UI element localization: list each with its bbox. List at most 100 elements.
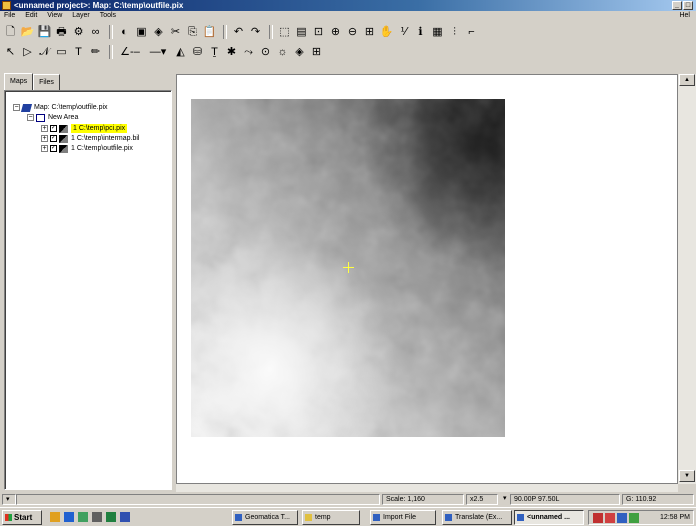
task-translate[interactable]: Translate (Ex...: [442, 510, 512, 525]
select-rect-icon[interactable]: ⬚: [277, 25, 292, 40]
binoculars-icon[interactable]: ∞: [88, 25, 103, 40]
tray-alert-icon[interactable]: [593, 513, 603, 523]
node-tool-icon[interactable]: ⊙: [258, 45, 273, 60]
toolbar-separator: [223, 25, 227, 39]
save-icon[interactable]: 💾: [37, 25, 52, 40]
fill-color-icon[interactable]: ◭: [173, 45, 188, 60]
tab-maps[interactable]: Maps: [4, 73, 34, 90]
open-folder-icon[interactable]: 📂: [20, 25, 35, 40]
layer-visible-checkbox[interactable]: ✓: [50, 135, 57, 142]
fill-pattern-icon[interactable]: ⛁: [190, 45, 205, 60]
histogram-icon[interactable]: ⫶: [447, 25, 462, 40]
expand-icon[interactable]: +: [41, 125, 48, 132]
vertical-scrollbar[interactable]: ▲ ▼: [678, 74, 696, 484]
tree-layer-node[interactable]: + ✓ 1 C:\temp\pci.pix: [41, 124, 128, 133]
pencil-icon[interactable]: ✏: [88, 45, 103, 60]
area-icon: [36, 113, 45, 122]
expand-icon[interactable]: +: [41, 145, 48, 152]
pan-icon[interactable]: ✋: [379, 25, 394, 40]
info-icon[interactable]: ℹ: [413, 25, 428, 40]
menu-file[interactable]: File: [4, 12, 15, 19]
brightness-icon[interactable]: ☼: [275, 45, 290, 60]
quicklaunch-tool-icon[interactable]: [92, 512, 102, 522]
menu-layer[interactable]: Layer: [72, 12, 90, 19]
scroll-up-icon[interactable]: ▲: [679, 74, 695, 86]
box-icon[interactable]: ▣: [134, 25, 149, 40]
layer-tool-icon[interactable]: ⚙: [71, 25, 86, 40]
paste-icon[interactable]: 📋: [202, 25, 217, 40]
symbol-icon[interactable]: ✱: [224, 45, 239, 60]
quicklaunch-desktop-icon[interactable]: [50, 512, 60, 522]
measure-icon[interactable]: ⅟: [396, 25, 411, 40]
main-toolbar: 🗋 📂 💾 🖶 ⚙ ∞ ◐ ▣ ◈ ✂ ⎘ 📋 ↶ ↷ ⬚ ▤ ⊡ ⊕ ⊖ ⊞ …: [0, 22, 696, 42]
zoom-out-icon[interactable]: ⊖: [345, 25, 360, 40]
quicklaunch-viewer-icon[interactable]: [106, 512, 116, 522]
tree-layer-node[interactable]: + ✓ 1 C:\temp\intermap.bil: [41, 134, 139, 143]
task-unnamed[interactable]: <unnamed ...: [514, 510, 584, 525]
undo-icon[interactable]: ↶: [231, 25, 246, 40]
collapse-icon[interactable]: −: [27, 114, 34, 121]
quicklaunch-browser-icon[interactable]: [64, 512, 74, 522]
quicklaunch-app-icon[interactable]: [78, 512, 88, 522]
minimize-button[interactable]: _: [672, 1, 682, 10]
start-button[interactable]: Start: [2, 510, 42, 525]
menu-tools[interactable]: Tools: [100, 12, 116, 19]
text-color-icon[interactable]: Ṯ: [207, 45, 222, 60]
table-icon[interactable]: ▦: [430, 25, 445, 40]
grid-icon[interactable]: ⊞: [309, 45, 324, 60]
task-import-file[interactable]: Import File: [370, 510, 436, 525]
zoom-window-icon[interactable]: ⊡: [311, 25, 326, 40]
zoom-fit-icon[interactable]: ⊞: [362, 25, 377, 40]
horizontal-scrollbar[interactable]: [176, 484, 678, 492]
redo-icon[interactable]: ↷: [248, 25, 263, 40]
vector-edit-icon[interactable]: ⤳: [241, 45, 256, 60]
expand-icon[interactable]: +: [41, 135, 48, 142]
scroll-down-icon[interactable]: ▼: [679, 470, 695, 482]
print-icon[interactable]: 🖶: [54, 25, 69, 40]
tray-network-icon[interactable]: [617, 513, 627, 523]
toolbar-separator: [109, 25, 113, 39]
task-temp[interactable]: temp: [302, 510, 360, 525]
copy-icon[interactable]: ⎘: [185, 25, 200, 40]
task-app-icon: [235, 514, 242, 521]
maximize-button[interactable]: □: [683, 1, 693, 10]
text-icon[interactable]: T: [71, 45, 86, 60]
tray-app-icon[interactable]: [605, 513, 615, 523]
select-node-icon[interactable]: ▷: [20, 45, 35, 60]
layer-visible-checkbox[interactable]: ✓: [50, 145, 57, 152]
tab-files[interactable]: Files: [33, 74, 60, 90]
panel-icon[interactable]: ⌐: [464, 25, 479, 40]
line-style-icon[interactable]: ∠-–: [117, 45, 143, 60]
new-file-icon[interactable]: 🗋: [3, 25, 18, 40]
line-weight-icon[interactable]: —▾: [145, 45, 171, 60]
cut-icon[interactable]: ✂: [168, 25, 183, 40]
tree-layer-node[interactable]: + ✓ 1 C:\temp\outfile.pix: [41, 144, 133, 153]
layer-label[interactable]: 1 C:\temp\pci.pix: [71, 124, 128, 133]
image-window-icon[interactable]: ▤: [294, 25, 309, 40]
menu-edit[interactable]: Edit: [25, 12, 37, 19]
polyline-icon[interactable]: 𝒩: [37, 45, 52, 60]
zoom-in-icon[interactable]: ⊕: [328, 25, 343, 40]
rectangle-icon[interactable]: ▭: [54, 45, 69, 60]
layer-visible-checkbox[interactable]: ✓: [50, 125, 57, 132]
layer-label[interactable]: 1 C:\temp\intermap.bil: [71, 134, 139, 143]
tree-map-node[interactable]: − Map: C:\temp\outfile.pix: [13, 103, 108, 112]
menu-view[interactable]: View: [47, 12, 62, 19]
tree-area-node[interactable]: − New Area: [27, 113, 78, 122]
pointer-icon[interactable]: ↖: [3, 45, 18, 60]
layers-toggle-icon[interactable]: ◈: [292, 45, 307, 60]
layer-label[interactable]: 1 C:\temp\outfile.pix: [71, 144, 133, 153]
map-label[interactable]: Map: C:\temp\outfile.pix: [34, 103, 108, 112]
task-geomatica[interactable]: Geomatica T...: [232, 510, 298, 525]
layers-icon[interactable]: ◈: [151, 25, 166, 40]
area-label[interactable]: New Area: [48, 113, 78, 122]
taskbar-clock[interactable]: 12:58 PM: [660, 513, 690, 523]
coords-dropdown-icon[interactable]: ▾: [500, 494, 510, 505]
status-dropdown-icon[interactable]: ▾: [2, 494, 16, 505]
collapse-icon[interactable]: −: [13, 104, 20, 111]
quicklaunch-media-icon[interactable]: [120, 512, 130, 522]
erase-icon[interactable]: ◐: [117, 25, 132, 40]
tray-volume-icon[interactable]: [629, 513, 639, 523]
start-label: Start: [14, 513, 33, 522]
menu-help[interactable]: Hel: [679, 11, 690, 21]
